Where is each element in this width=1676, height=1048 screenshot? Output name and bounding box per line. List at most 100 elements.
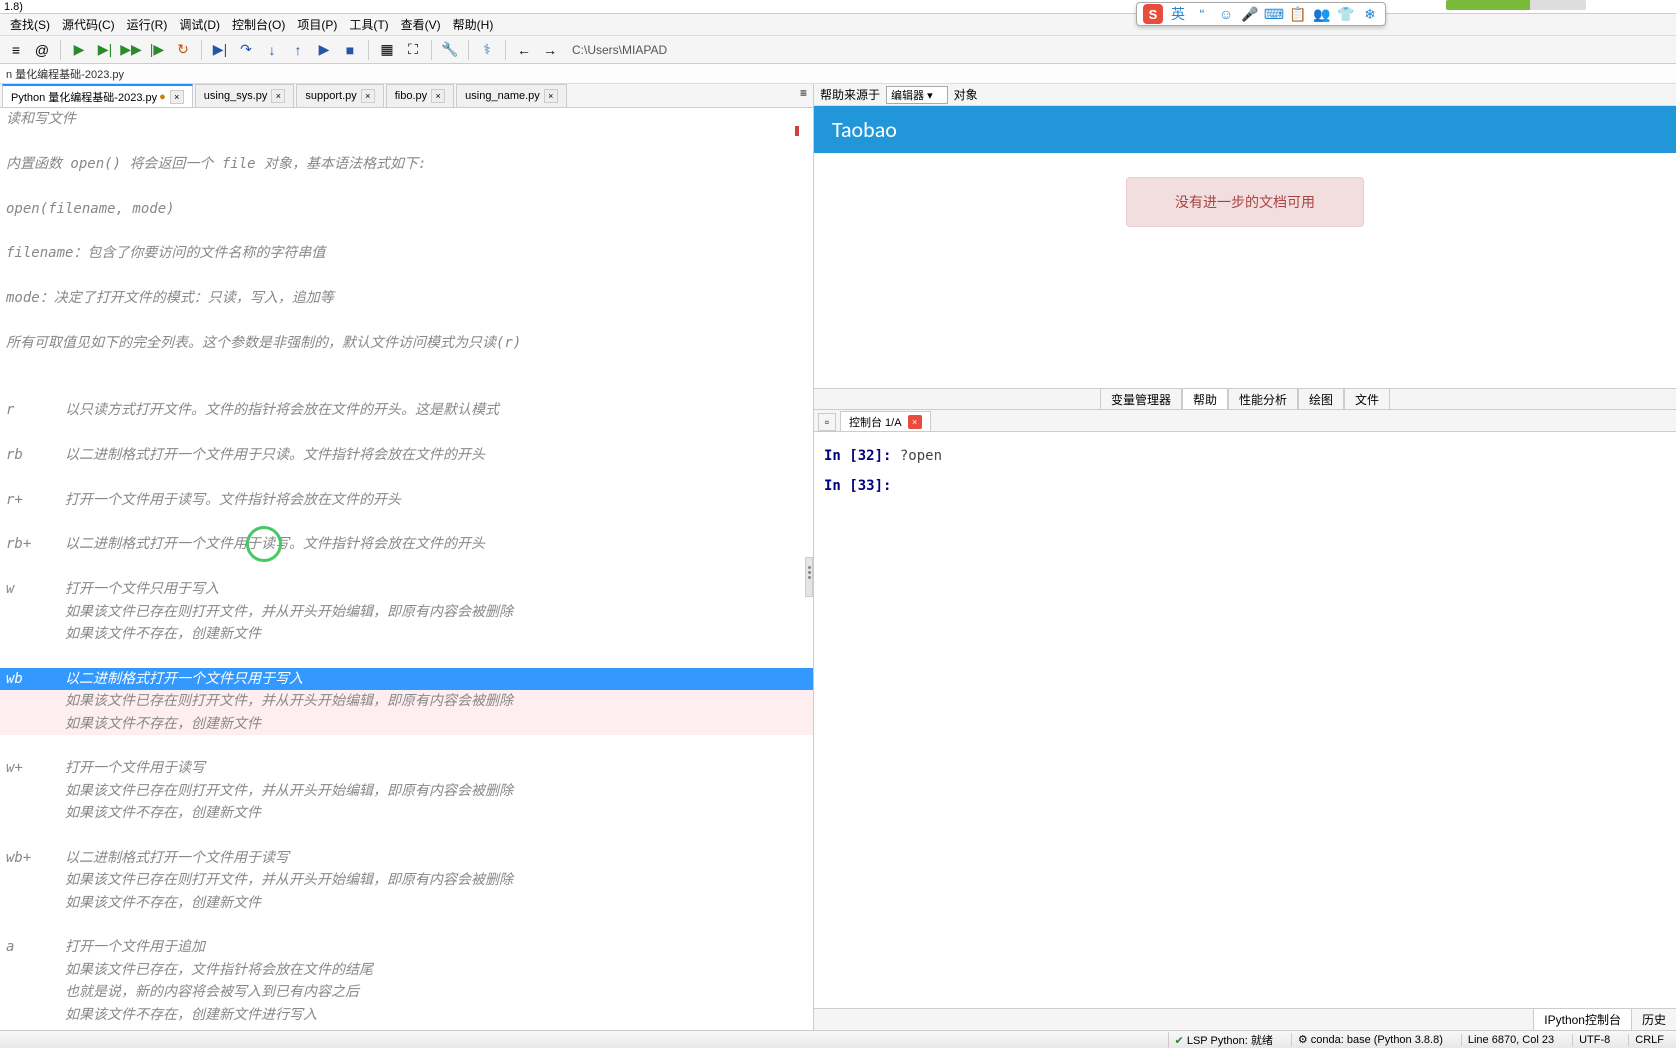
- editor-tab[interactable]: using_sys.py ×: [195, 84, 295, 107]
- code-line: 如果该文件已存在则打开文件，并从开头开始编辑，即原有内容会被删除: [0, 869, 813, 891]
- toolbar-at-icon[interactable]: @: [30, 38, 54, 62]
- run-selection-icon[interactable]: |▶: [145, 38, 169, 62]
- separator: [60, 40, 61, 60]
- maximize-icon[interactable]: ⛶: [401, 38, 425, 62]
- status-linecol[interactable]: Line 6870, Col 23: [1461, 1034, 1560, 1046]
- run-cell-advance-icon[interactable]: ▶▶: [119, 38, 143, 62]
- separator: [505, 40, 506, 60]
- python-icon[interactable]: ⚕: [475, 38, 499, 62]
- code-line: 所有可取值见如下的完全列表。这个参数是非强制的，默认文件访问模式为只读(r): [0, 332, 813, 354]
- console-tab[interactable]: 控制台 1/A ×: [840, 411, 931, 431]
- tab-plots[interactable]: 绘图: [1298, 389, 1344, 409]
- code-line: [0, 310, 813, 332]
- ime-tool-icon[interactable]: ❄: [1361, 5, 1379, 23]
- debug-step-icon[interactable]: ↷: [234, 38, 258, 62]
- ime-skin-icon[interactable]: 👕: [1337, 5, 1355, 23]
- ime-voice-icon[interactable]: 🎤: [1241, 5, 1259, 23]
- nav-back-icon[interactable]: ←: [512, 38, 536, 62]
- tab-help[interactable]: 帮助: [1182, 389, 1228, 409]
- help-object-label: 对象: [954, 86, 978, 103]
- in-num: 33: [858, 478, 875, 494]
- menu-view[interactable]: 查看(V): [395, 14, 447, 35]
- code-line: [0, 556, 813, 578]
- debug-step-in-icon[interactable]: ↓: [260, 38, 284, 62]
- debug-continue-icon[interactable]: ▶|: [208, 38, 232, 62]
- separator: [468, 40, 469, 60]
- status-eol[interactable]: CRLF: [1628, 1034, 1670, 1046]
- console-menu-icon[interactable]: ▫: [818, 413, 836, 431]
- tab-history[interactable]: 历史: [1631, 1009, 1676, 1030]
- help-toolbar: 帮助来源于 编辑器 ▾ 对象: [814, 84, 1676, 106]
- code-line: w+ 打开一个文件用于读写: [0, 757, 813, 779]
- menu-run[interactable]: 运行(R): [121, 14, 174, 35]
- close-icon[interactable]: ×: [361, 89, 375, 103]
- status-encoding[interactable]: UTF-8: [1572, 1034, 1616, 1046]
- ime-punct-icon[interactable]: “: [1193, 5, 1211, 23]
- close-icon[interactable]: ×: [170, 90, 184, 104]
- editor-tab[interactable]: fibo.py ×: [386, 84, 454, 107]
- tabs-menu-icon[interactable]: ≡: [794, 84, 813, 107]
- status-lsp[interactable]: ✔ LSP Python: 就绪: [1168, 1032, 1279, 1048]
- close-icon[interactable]: ×: [544, 89, 558, 103]
- help-body: 没有进一步的文档可用: [814, 153, 1676, 388]
- editor-tab[interactable]: support.py ×: [296, 84, 383, 107]
- close-icon[interactable]: ×: [431, 89, 445, 103]
- code-line: 如果该文件已存在则打开文件，并从开头开始编辑，即原有内容会被删除: [0, 780, 813, 802]
- close-icon[interactable]: ×: [271, 89, 285, 103]
- toolbar-outline-icon[interactable]: ≡: [4, 38, 28, 62]
- splitter-handle[interactable]: [805, 557, 813, 597]
- code-line: mode：决定了打开文件的模式：只读，写入，追加等: [0, 287, 813, 309]
- menu-tools[interactable]: 工具(T): [343, 14, 394, 35]
- tab-profiler[interactable]: 性能分析: [1228, 389, 1298, 409]
- ime-logo-icon: S: [1143, 4, 1163, 24]
- tab-variable-explorer[interactable]: 变量管理器: [1100, 389, 1182, 409]
- menu-source[interactable]: 源代码(C): [56, 14, 121, 35]
- code-line: open(filename, mode): [0, 198, 813, 220]
- tab-ipython-console[interactable]: IPython控制台: [1533, 1009, 1631, 1030]
- title-text: 1.8): [4, 1, 23, 13]
- tab-label: fibo.py: [395, 90, 427, 102]
- debug-step-out-icon[interactable]: ↑: [286, 38, 310, 62]
- task-progress: [1446, 0, 1586, 10]
- right-pane: 帮助来源于 编辑器 ▾ 对象 Taobao 没有进一步的文档可用 变量管理器 帮…: [814, 84, 1676, 1030]
- menu-project[interactable]: 项目(P): [291, 14, 343, 35]
- help-source-select[interactable]: 编辑器 ▾: [886, 86, 948, 104]
- close-icon[interactable]: ×: [908, 415, 922, 429]
- tab-files[interactable]: 文件: [1344, 389, 1390, 409]
- code-line: 如果该文件已存在则打开文件，并从开头开始编辑，即原有内容会被删除: [0, 690, 813, 712]
- status-bar: ✔ LSP Python: 就绪 ⚙ conda: base (Python 3…: [0, 1030, 1676, 1048]
- menu-help[interactable]: 帮助(H): [447, 14, 500, 35]
- code-line: 如果该文件已存在，文件指针将会放在文件的结尾: [0, 959, 813, 981]
- code-editor[interactable]: 读和写文件 内置函数 open() 将会返回一个 file 对象，基本语法格式如…: [0, 108, 813, 1030]
- rerun-icon[interactable]: ↻: [171, 38, 195, 62]
- ime-clip-icon[interactable]: 📋: [1289, 5, 1307, 23]
- code-line: [0, 421, 813, 443]
- ime-toolbar[interactable]: S 英 “ ☺ 🎤 ⌨ 📋 👥 👕 ❄: [1136, 2, 1386, 26]
- menu-search[interactable]: 查找(S): [4, 14, 56, 35]
- editor-tab[interactable]: using_name.py ×: [456, 84, 567, 107]
- file-path-crumb: n 量化编程基础-2023.py: [0, 64, 1676, 84]
- run-icon[interactable]: ▶: [67, 38, 91, 62]
- in-prompt: In [: [824, 448, 858, 464]
- nav-forward-icon[interactable]: →: [538, 38, 562, 62]
- editor-pane: Python 量化编程基础-2023.py ● × using_sys.py ×…: [0, 84, 814, 1030]
- code-line: [0, 1026, 813, 1030]
- menu-debug[interactable]: 调试(D): [173, 14, 226, 35]
- code-line: [0, 220, 813, 242]
- code-line: r 以只读方式打开文件。文件的指针将会放在文件的开头。这是默认模式: [0, 399, 813, 421]
- console-body[interactable]: In [32]: ?open In [33]:: [814, 432, 1676, 1008]
- debug-run-icon[interactable]: ▶: [312, 38, 336, 62]
- ime-emoji-icon[interactable]: ☺: [1217, 5, 1235, 23]
- help-source-label: 帮助来源于: [820, 86, 880, 103]
- editor-tab[interactable]: Python 量化编程基础-2023.py ● ×: [2, 84, 193, 107]
- debug-stop-icon[interactable]: ■: [338, 38, 362, 62]
- ime-kb-icon[interactable]: ⌨: [1265, 5, 1283, 23]
- settings-icon[interactable]: 🔧: [438, 38, 462, 62]
- run-cell-icon[interactable]: ▶|: [93, 38, 117, 62]
- ime-users-icon[interactable]: 👥: [1313, 5, 1331, 23]
- menu-console[interactable]: 控制台(O): [226, 14, 291, 35]
- toolbar-grid-icon[interactable]: ▦: [375, 38, 399, 62]
- status-conda[interactable]: ⚙ conda: base (Python 3.8.8): [1291, 1033, 1449, 1046]
- ime-lang[interactable]: 英: [1169, 5, 1187, 23]
- code-line: [0, 645, 813, 667]
